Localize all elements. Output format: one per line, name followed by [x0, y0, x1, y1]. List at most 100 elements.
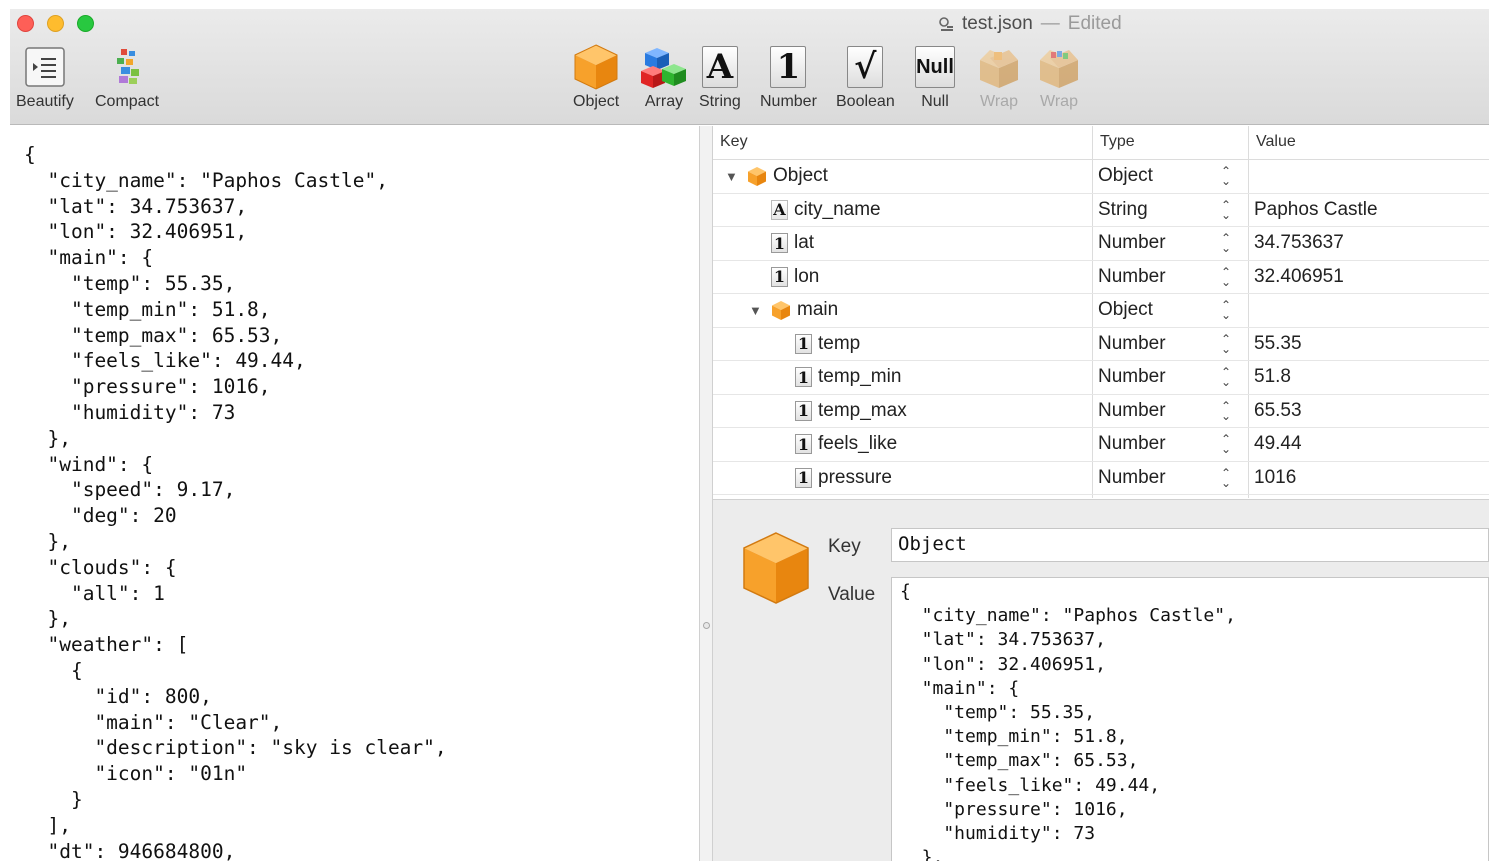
- add-object-button[interactable]: Object: [573, 43, 619, 111]
- zoom-window-button[interactable]: [77, 15, 94, 32]
- code-line: "feels_like": 49.44,: [24, 349, 306, 373]
- add-boolean-button[interactable]: √ Boolean: [836, 43, 895, 111]
- code-line: "temp_max": 65.53,: [900, 750, 1139, 772]
- type-cell[interactable]: String: [1098, 199, 1148, 221]
- outline-row[interactable]: 1 pressure Number ⌃ ⌄ 1016: [713, 462, 1489, 495]
- value-cell[interactable]: Paphos Castle: [1254, 199, 1378, 221]
- minimize-window-button[interactable]: [47, 15, 64, 32]
- add-array-button[interactable]: Array: [641, 43, 687, 111]
- outline-row[interactable]: 1 temp Number ⌃ ⌄ 55.35: [713, 328, 1489, 361]
- code-line: {: [24, 658, 83, 682]
- json-text-editor[interactable]: { "city_name": "Paphos Castle", "lat": 3…: [10, 126, 699, 861]
- wrap-in-array-button[interactable]: Wrap: [1036, 43, 1082, 111]
- type-cell[interactable]: Number: [1098, 266, 1166, 288]
- compact-button[interactable]: Compact: [95, 43, 159, 111]
- number-type-icon: 1: [795, 434, 812, 454]
- code-line: },: [24, 426, 71, 450]
- outline-row[interactable]: 1 lat Number ⌃ ⌄ 34.753637: [713, 227, 1489, 261]
- outline-header: Key Type Value: [713, 126, 1489, 160]
- value-cell[interactable]: 1016: [1254, 467, 1296, 489]
- wrap-in-object-button[interactable]: Wrap: [976, 43, 1022, 111]
- key-text: lat: [794, 232, 815, 253]
- type-popup-arrows-icon[interactable]: ⌃ ⌄: [1220, 366, 1232, 388]
- close-window-button[interactable]: [17, 15, 34, 32]
- orange-cube-icon: [574, 44, 618, 90]
- key-text: Object: [773, 165, 828, 186]
- json-text: { "city_name": "Paphos Castle", "lat": 3…: [10, 126, 699, 861]
- code-line: "lat": 34.753637,: [24, 194, 248, 218]
- wrap1-label: Wrap: [980, 93, 1018, 110]
- disclosure-triangle-icon[interactable]: ▼: [749, 303, 765, 318]
- type-popup-arrows-icon[interactable]: ⌃ ⌄: [1220, 333, 1232, 355]
- outline-row[interactable]: 1 feels_like Number ⌃ ⌄ 49.44: [713, 428, 1489, 462]
- code-line: "temp_min": 51.8,: [24, 297, 271, 321]
- string-glyph-icon: A: [701, 46, 738, 88]
- key-cell: 1 pressure: [773, 467, 892, 489]
- type-cell[interactable]: Number: [1098, 232, 1166, 254]
- value-cell[interactable]: 32.406951: [1254, 266, 1344, 288]
- type-cell[interactable]: Number: [1098, 467, 1166, 489]
- type-cell[interactable]: Number: [1098, 333, 1166, 355]
- code-line: },: [24, 607, 71, 631]
- code-line: "pressure": 1016,: [900, 798, 1128, 820]
- value-cell[interactable]: 49.44: [1254, 433, 1302, 455]
- type-cell[interactable]: Number: [1098, 366, 1166, 388]
- value-cell[interactable]: 51.8: [1254, 366, 1291, 388]
- add-null-button[interactable]: Null Null: [915, 43, 955, 111]
- code-line: "temp_min": 51.8,: [900, 726, 1128, 748]
- outline-row[interactable]: 1 temp_max Number ⌃ ⌄ 65.53: [713, 395, 1489, 428]
- code-line: "pressure": 1016,: [24, 375, 271, 399]
- code-line: "main": {: [900, 677, 1020, 699]
- null-glyph-icon: Null: [915, 46, 955, 88]
- key-field[interactable]: Object: [891, 528, 1489, 562]
- value-cell[interactable]: 55.35: [1254, 333, 1302, 355]
- outline-row[interactable]: 1 temp_min Number ⌃ ⌄ 51.8: [713, 361, 1489, 395]
- outline-row[interactable]: ▼ Object Object ⌃ ⌄: [713, 160, 1489, 194]
- type-cell[interactable]: Object: [1098, 299, 1153, 321]
- array-label: Array: [644, 93, 684, 110]
- code-line: "clouds": {: [24, 555, 177, 579]
- open-box-icon: [980, 50, 1018, 88]
- type-popup-arrows-icon[interactable]: ⌃ ⌄: [1220, 299, 1232, 321]
- code-line: "all": 1: [24, 581, 165, 605]
- beautify-button[interactable]: Beautify: [16, 43, 74, 111]
- type-cell[interactable]: Object: [1098, 165, 1153, 187]
- key-column-header[interactable]: Key: [720, 133, 748, 151]
- code-line: "temp": 55.35,: [900, 702, 1096, 724]
- code-line: "dt": 946684800,: [24, 839, 236, 861]
- type-popup-arrows-icon[interactable]: ⌃ ⌄: [1220, 433, 1232, 455]
- type-popup-arrows-icon[interactable]: ⌃ ⌄: [1220, 165, 1232, 187]
- value-cell[interactable]: 34.753637: [1254, 232, 1344, 254]
- compact-blocks-icon: [117, 49, 140, 84]
- outline-row[interactable]: 1 lon Number ⌃ ⌄ 32.406951: [713, 261, 1489, 294]
- key-cell: 1 lat: [749, 232, 814, 254]
- value-cell[interactable]: 65.53: [1254, 400, 1302, 422]
- type-popup-arrows-icon[interactable]: ⌃ ⌄: [1220, 232, 1232, 254]
- add-number-button[interactable]: 1 Number: [760, 43, 817, 111]
- number-label: Number: [760, 93, 817, 110]
- number-type-icon: 1: [795, 367, 812, 387]
- outline-row[interactable]: ▼ main Object ⌃ ⌄: [713, 294, 1489, 328]
- split-view-divider[interactable]: [699, 126, 713, 861]
- type-column-header[interactable]: Type: [1100, 133, 1135, 151]
- type-popup-arrows-icon[interactable]: ⌃ ⌄: [1220, 199, 1232, 221]
- orange-cube-icon: [743, 532, 809, 604]
- divider-handle[interactable]: [703, 622, 710, 629]
- value-column-header[interactable]: Value: [1256, 133, 1296, 151]
- value-field[interactable]: { "city_name": "Paphos Castle", "lat": 3…: [891, 577, 1489, 861]
- outline-row[interactable]: Acity_name String ⌃ ⌄ Paphos Castle: [713, 194, 1489, 227]
- value-text: { "city_name": "Paphos Castle", "lat": 3…: [892, 578, 1488, 861]
- type-cell[interactable]: Number: [1098, 400, 1166, 422]
- number-type-icon: 1: [771, 233, 788, 253]
- add-string-button[interactable]: A String: [699, 43, 741, 111]
- type-cell[interactable]: Number: [1098, 433, 1166, 455]
- key-cell: Acity_name: [749, 199, 881, 221]
- type-popup-arrows-icon[interactable]: ⌃ ⌄: [1220, 400, 1232, 422]
- object-cube-icon: [772, 300, 790, 320]
- type-popup-arrows-icon[interactable]: ⌃ ⌄: [1220, 266, 1232, 288]
- code-line: },: [24, 529, 71, 553]
- disclosure-triangle-icon[interactable]: ▼: [725, 169, 741, 184]
- type-popup-arrows-icon[interactable]: ⌃ ⌄: [1220, 467, 1232, 489]
- boolean-label: Boolean: [836, 93, 895, 110]
- code-line: "speed": 9.17,: [24, 478, 236, 502]
